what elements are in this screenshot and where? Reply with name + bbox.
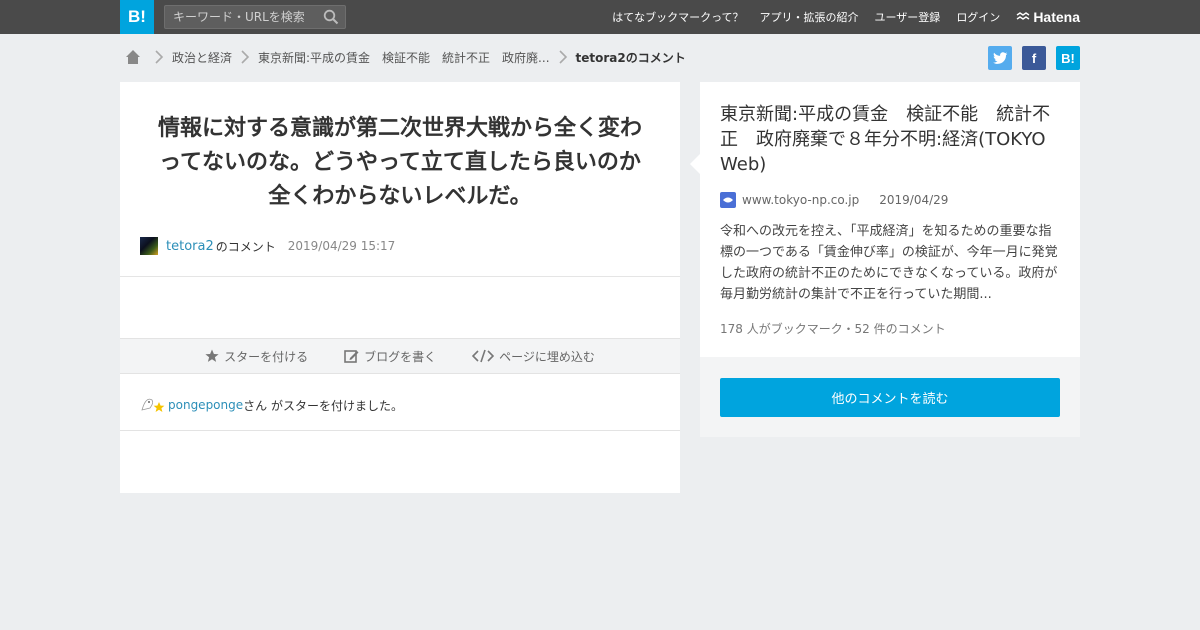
code-icon bbox=[472, 349, 495, 363]
comment-user-suffix: のコメント bbox=[215, 239, 276, 254]
hatena-mark-icon bbox=[1016, 12, 1030, 20]
article-card: 東京新聞:平成の賃金 検証不能 統計不正 政府廃棄で８年分不明:経済(TOKYO… bbox=[690, 82, 1080, 357]
comment-datetime[interactable]: 2019/04/29 15:17 bbox=[288, 239, 396, 253]
chevron-right-icon bbox=[558, 50, 567, 64]
comment-card: 情報に対する意識が第二次世界大戦から全く変わってないのな。どうやって立て直したら… bbox=[120, 82, 680, 493]
star-user-avatar[interactable] bbox=[140, 394, 166, 416]
site-favicon-icon bbox=[720, 192, 736, 208]
hatena-bookmark-share-button[interactable]: B! bbox=[1056, 46, 1080, 70]
star-message: さん がスターを付けました。 bbox=[243, 398, 403, 413]
star-badge-icon bbox=[141, 398, 165, 412]
embed-button[interactable]: ページに埋め込む bbox=[472, 348, 595, 365]
breadcrumb-category[interactable]: 政治と経済 bbox=[172, 49, 232, 66]
user-avatar[interactable] bbox=[140, 237, 158, 255]
comment-user-link[interactable]: tetora2 bbox=[166, 239, 214, 254]
article-source: www.tokyo-np.co.jp 2019/04/29 bbox=[720, 192, 948, 208]
write-blog-button[interactable]: ブログを書く bbox=[344, 348, 436, 365]
article-domain-link[interactable]: www.tokyo-np.co.jp bbox=[742, 193, 859, 207]
article-date: 2019/04/29 bbox=[879, 193, 949, 207]
add-star-button[interactable]: スターを付ける bbox=[205, 348, 308, 365]
edit-icon bbox=[344, 349, 359, 363]
hatena-brand-text: Hatena bbox=[1033, 9, 1080, 25]
article-summary: 令和への改元を控え、「平成経済」を知るための重要な指標の一つである「賃金伸び率」… bbox=[720, 224, 1058, 302]
nav-login[interactable]: ログイン bbox=[956, 9, 1000, 25]
chevron-right-icon bbox=[241, 50, 250, 64]
bookmark-count[interactable]: 178 人がブックマーク・52 件のコメント bbox=[720, 320, 946, 337]
comment-text: 情報に対する意識が第二次世界大戦から全く変わってないのな。どうやって立て直したら… bbox=[157, 116, 642, 209]
nav-apps[interactable]: アプリ・拡張の紹介 bbox=[760, 9, 859, 25]
search-input[interactable] bbox=[165, 6, 315, 28]
article-title-link[interactable]: 東京新聞:平成の賃金 検証不能 統計不正 政府廃棄で８年分不明:経済(TOKYO… bbox=[720, 102, 1065, 177]
star-icon bbox=[205, 349, 219, 362]
chevron-right-icon bbox=[155, 50, 164, 64]
breadcrumb: 政治と経済 東京新聞:平成の賃金 検証不能 統計不正 政府廃... tetora… bbox=[124, 46, 686, 68]
twitter-icon bbox=[992, 51, 1007, 64]
star-list: pongeponge さん がスターを付けました。 bbox=[140, 394, 403, 416]
facebook-share-button[interactable]: f bbox=[1022, 46, 1046, 70]
add-star-label: スターを付ける bbox=[224, 349, 309, 364]
embed-label: ページに埋め込む bbox=[499, 349, 595, 364]
top-bar: B! はてなブックマークって？ アプリ・拡張の紹介 ユーザー登録 ログイン Ha… bbox=[0, 0, 1200, 34]
divider bbox=[120, 276, 680, 277]
hatena-logo[interactable]: Hatena bbox=[1016, 9, 1080, 25]
twitter-share-button[interactable] bbox=[988, 46, 1012, 70]
breadcrumb-article[interactable]: 東京新聞:平成の賃金 検証不能 統計不正 政府廃... bbox=[258, 49, 550, 66]
nav-register[interactable]: ユーザー登録 bbox=[875, 9, 941, 25]
search-icon[interactable] bbox=[323, 9, 339, 25]
breadcrumb-current: tetora2のコメント bbox=[575, 50, 686, 65]
home-icon[interactable] bbox=[124, 48, 142, 66]
comment-actions: スターを付ける ブログを書く ページに埋め込む bbox=[120, 338, 680, 374]
nav-about[interactable]: はてなブックマークって？ bbox=[612, 9, 743, 25]
read-other-comments-button[interactable]: 他のコメントを読む bbox=[720, 378, 1060, 417]
comment-meta: tetora2 のコメント 2019/04/29 15:17 bbox=[140, 237, 395, 255]
hatena-bookmark-logo[interactable]: B! bbox=[120, 0, 154, 34]
header-nav: はてなブックマークって？ アプリ・拡張の紹介 ユーザー登録 ログイン Haten… bbox=[596, 0, 1080, 34]
search-box bbox=[164, 5, 346, 29]
divider bbox=[120, 430, 680, 431]
share-buttons: f B! bbox=[978, 46, 1080, 70]
article-footer: 他のコメントを読む bbox=[700, 357, 1080, 437]
write-blog-label: ブログを書く bbox=[364, 349, 437, 364]
star-user-link[interactable]: pongeponge bbox=[168, 398, 243, 412]
